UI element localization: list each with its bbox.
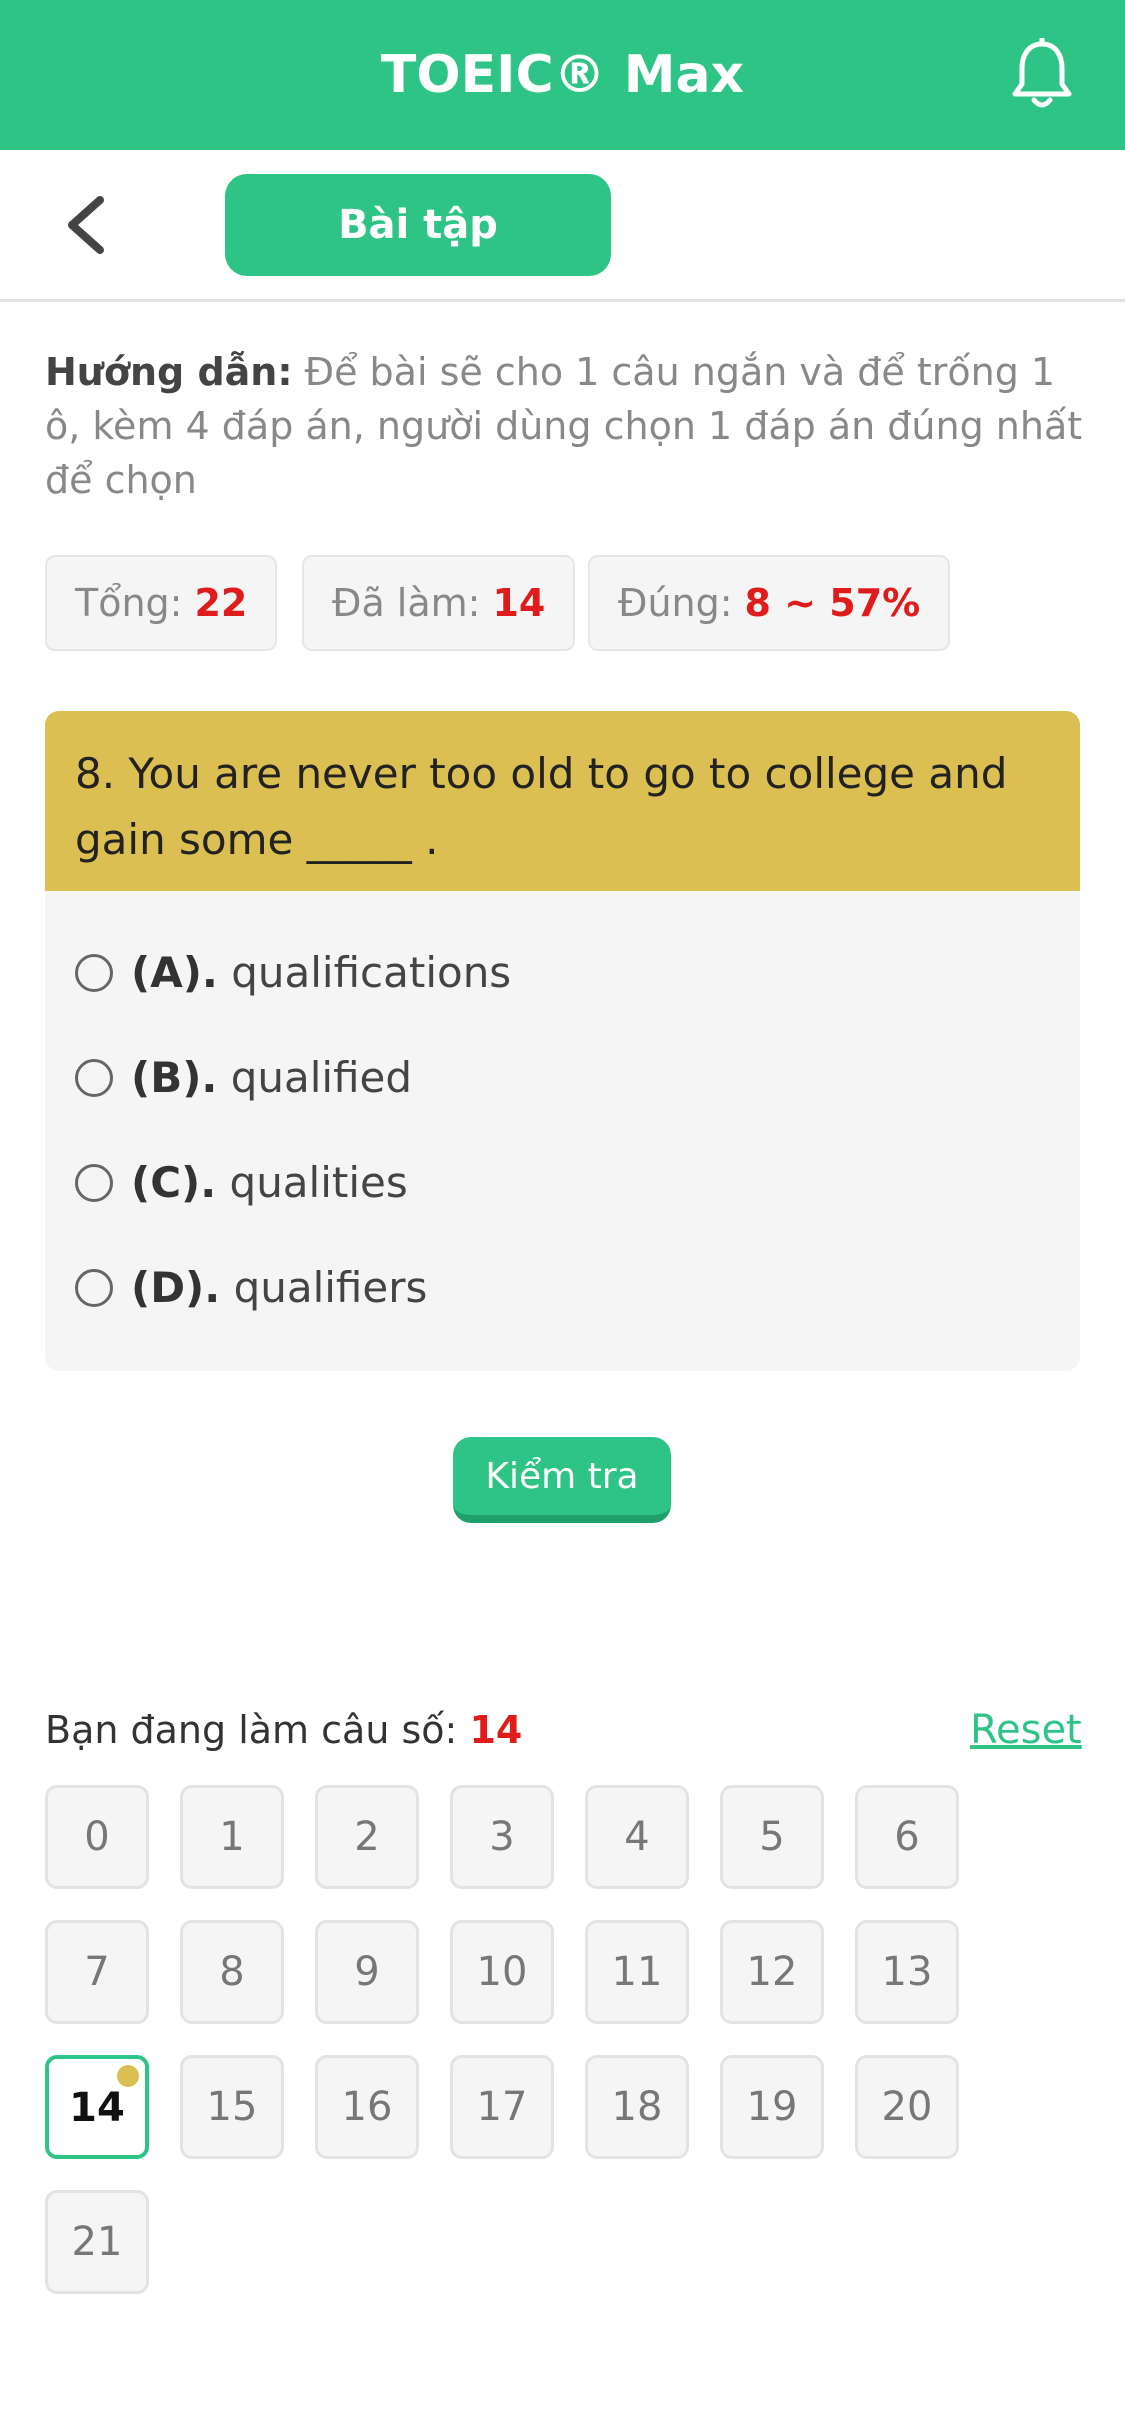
question-number[interactable]: 0 xyxy=(45,1785,149,1889)
progress-label: Bạn đang làm câu số: xyxy=(45,1708,458,1752)
option-key: (C). xyxy=(131,1158,217,1207)
question-number[interactable]: 8 xyxy=(180,1920,284,2024)
chevron-left-icon[interactable] xyxy=(62,195,112,255)
check-button[interactable]: Kiểm tra xyxy=(453,1437,671,1523)
question-number[interactable]: 4 xyxy=(585,1785,689,1889)
tab-bai-tap[interactable]: Bài tập xyxy=(225,174,611,276)
option-key: (B). xyxy=(131,1053,218,1102)
question-number[interactable]: 18 xyxy=(585,2055,689,2159)
question-number[interactable]: 5 xyxy=(720,1785,824,1889)
question-number[interactable]: 11 xyxy=(585,1920,689,2024)
radio-icon[interactable] xyxy=(75,1058,113,1097)
stat-correct-value: 8 ~ 57% xyxy=(744,581,921,625)
stat-total-value: 22 xyxy=(194,581,248,625)
question-number-current[interactable]: 14 xyxy=(45,2055,149,2159)
question-number[interactable]: 21 xyxy=(45,2190,149,2294)
stat-done-label: Đã làm: xyxy=(332,581,481,625)
question-number[interactable]: 3 xyxy=(450,1785,554,1889)
option-text: qualifiers xyxy=(233,1263,428,1312)
progress-current: 14 xyxy=(469,1708,523,1752)
question-number[interactable]: 17 xyxy=(450,2055,554,2159)
radio-icon[interactable] xyxy=(75,953,113,992)
option-b[interactable]: (B). qualified xyxy=(75,1043,1035,1113)
stat-correct-label: Đúng: xyxy=(618,581,733,625)
option-a[interactable]: (A). qualifications xyxy=(75,938,1035,1008)
question-number[interactable]: 10 xyxy=(450,1920,554,2024)
instructions: Hướng dẫn: Để bài sẽ cho 1 câu ngắn và đ… xyxy=(45,345,1085,507)
app-title: TOEIC® Max xyxy=(380,45,745,105)
option-key: (A). xyxy=(131,948,218,997)
stat-total-label: Tổng: xyxy=(75,581,183,625)
stat-correct: Đúng: 8 ~ 57% xyxy=(588,555,951,651)
question-number[interactable]: 7 xyxy=(45,1920,149,2024)
question-number[interactable]: 16 xyxy=(315,2055,419,2159)
current-marker-dot xyxy=(117,2065,139,2087)
question-number[interactable]: 2 xyxy=(315,1785,419,1889)
instructions-label: Hướng dẫn: xyxy=(45,350,293,394)
question-number[interactable]: 19 xyxy=(720,2055,824,2159)
question-number[interactable]: 15 xyxy=(180,2055,284,2159)
radio-icon[interactable] xyxy=(75,1163,113,1202)
stat-done: Đã làm: 14 xyxy=(302,555,576,651)
question-number-label: 14 xyxy=(69,2085,125,2131)
option-d[interactable]: (D). qualifiers xyxy=(75,1253,1035,1323)
stat-done-value: 14 xyxy=(492,581,546,625)
question-number[interactable]: 12 xyxy=(720,1920,824,2024)
question-text: 8. You are never too old to go to colleg… xyxy=(45,711,1080,891)
option-text: qualities xyxy=(229,1158,408,1207)
option-text: qualifications xyxy=(231,948,512,997)
question-number[interactable]: 1 xyxy=(180,1785,284,1889)
option-c[interactable]: (C). qualities xyxy=(75,1148,1035,1218)
progress-indicator: Bạn đang làm câu số: 14 xyxy=(45,1700,522,1760)
question-number[interactable]: 9 xyxy=(315,1920,419,2024)
radio-icon[interactable] xyxy=(75,1268,113,1307)
reset-link[interactable]: Reset xyxy=(970,1700,1082,1760)
question-number[interactable]: 20 xyxy=(855,2055,959,2159)
option-key: (D). xyxy=(131,1263,221,1312)
bell-icon[interactable] xyxy=(1010,38,1074,112)
question-number[interactable]: 13 xyxy=(855,1920,959,2024)
question-number[interactable]: 6 xyxy=(855,1785,959,1889)
option-text: qualified xyxy=(230,1053,413,1102)
question-card: 8. You are never too old to go to colleg… xyxy=(45,711,1080,1371)
stat-total: Tổng: 22 xyxy=(45,555,278,651)
